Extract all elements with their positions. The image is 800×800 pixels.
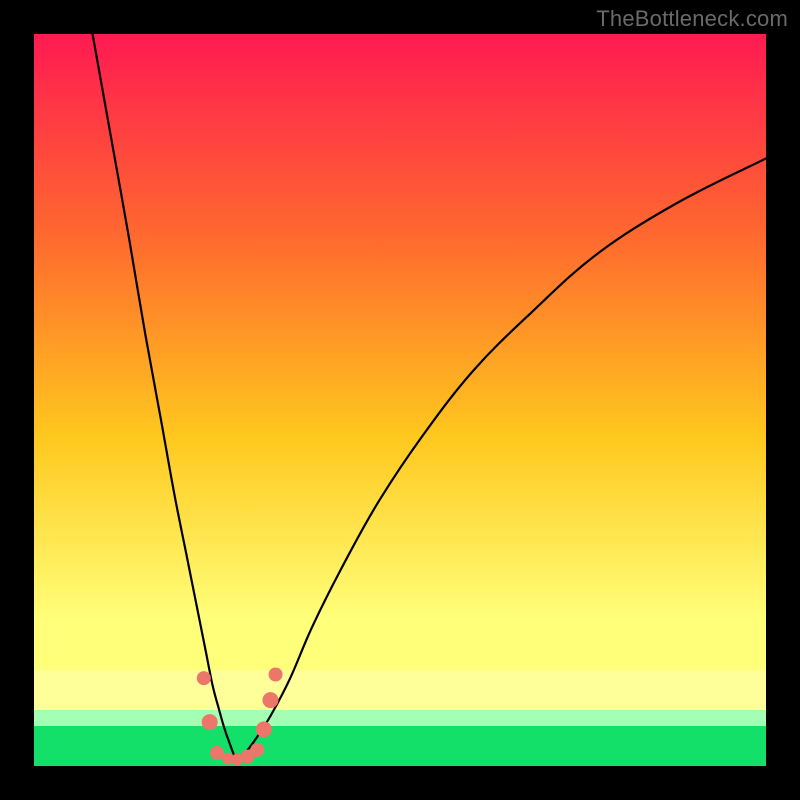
gradient-background [34,34,766,766]
data-marker [256,721,272,737]
band-yellow [34,670,766,710]
data-marker [210,746,224,760]
band-green [34,726,766,766]
data-marker [202,714,218,730]
data-marker [197,671,211,685]
band-green-light [34,710,766,726]
data-marker [250,743,264,757]
plot-area [34,34,766,766]
data-marker [269,668,283,682]
chart-frame: TheBottleneck.com [0,0,800,800]
bottleneck-chart [34,34,766,766]
watermark-text: TheBottleneck.com [596,6,788,32]
data-marker [262,692,278,708]
